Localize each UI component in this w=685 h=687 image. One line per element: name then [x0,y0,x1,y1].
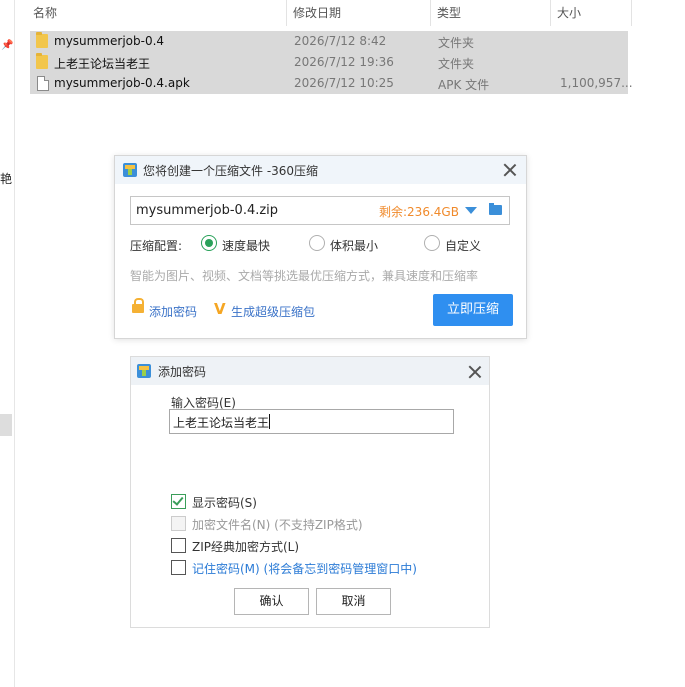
file-name: mysummerjob-0.4.apk [54,76,190,90]
zip-classic-encryption-checkbox[interactable] [171,538,186,553]
file-date: 2026/7/12 8:42 [294,34,387,48]
archive-app-icon [137,364,151,378]
radio-label-smallest-size[interactable]: 体积最小 [330,237,378,254]
file-list-header: ⌃ 名称 修改日期 类型 大小 [28,0,632,26]
radio-smallest-size[interactable] [309,235,325,251]
nav-truncated-label: 艳 [0,172,13,186]
password-input[interactable]: 上老王论坛当老王 [169,409,454,434]
column-divider[interactable] [631,0,632,26]
remember-password-checkbox[interactable] [171,560,186,575]
close-icon[interactable] [468,365,482,379]
compress-dialog-title: 您将创建一个压缩文件 -360压缩 [143,164,319,178]
text-caret [269,414,270,429]
cancel-button[interactable]: 取消 [316,588,391,615]
file-type: 文件夹 [438,36,475,50]
file-type: APK 文件 [438,78,490,92]
compress-hint-text: 智能为图片、视频、文档等挑选最优压缩方式，兼具速度和压缩率 [130,269,479,283]
file-icon [37,76,49,91]
archive-filename-input[interactable]: mysummerjob-0.4.zip 剩余:236.4GB [130,196,510,225]
radio-custom[interactable] [424,235,440,251]
file-row[interactable]: 上老王论坛当老王 2026/7/12 19:36 文件夹 [30,52,628,73]
folder-icon [36,32,48,48]
radio-label-speed-fastest[interactable]: 速度最快 [222,237,270,254]
archive-filename: mysummerjob-0.4.zip [136,203,279,218]
chevron-down-icon[interactable] [465,207,477,214]
folder-icon [36,53,48,69]
compress-config-label: 压缩配置: [130,239,183,253]
browse-folder-icon[interactable] [489,203,502,215]
encrypt-filenames-checkbox [171,516,186,531]
lock-icon [132,298,144,313]
close-icon[interactable] [503,163,517,177]
remember-password-label[interactable]: 记住密码(M) (将会备忘到密码管理窗口中) [192,560,417,577]
zip-classic-encryption-label[interactable]: ZIP经典加密方式(L) [192,538,299,555]
show-password-label[interactable]: 显示密码(S) [192,494,257,511]
file-name: 上老王论坛当老王 [54,57,151,71]
column-divider[interactable] [286,0,287,26]
password-dialog-titlebar[interactable]: 添加密码 [131,357,489,385]
file-name: mysummerjob-0.4 [54,34,165,48]
compress-dialog-titlebar[interactable]: 您将创建一个压缩文件 -360压缩 [115,156,526,184]
explorer-nav-strip: 📌 艳 [0,0,15,687]
ok-button[interactable]: 确认 [234,588,309,615]
radio-label-custom[interactable]: 自定义 [445,237,481,254]
file-row[interactable]: mysummerjob-0.4 2026/7/12 8:42 文件夹 [30,31,628,52]
column-header-name[interactable]: 名称 [33,4,57,21]
file-date: 2026/7/12 19:36 [294,55,394,69]
archive-app-icon [123,163,137,177]
nav-selection-indicator [0,414,12,436]
column-header-type[interactable]: 类型 [437,4,461,21]
free-space-label: 剩余:236.4GB [379,205,459,219]
password-value: 上老王论坛当老王 [173,416,270,430]
column-divider[interactable] [430,0,431,26]
radio-speed-fastest[interactable] [201,235,217,251]
column-divider[interactable] [550,0,551,26]
file-type: 文件夹 [438,57,475,71]
super-pack-link[interactable]: 生成超级压缩包 [231,303,315,320]
compress-now-button[interactable]: 立即压缩 [433,294,513,326]
pin-icon: 📌 [1,40,14,51]
add-password-dialog: 添加密码 输入密码(E) 上老王论坛当老王 显示密码(S) 加密文件名(N) (… [130,356,490,628]
encrypt-filenames-label: 加密文件名(N) (不支持ZIP格式) [192,518,363,532]
sort-chevron-icon: ⌃ [150,0,159,4]
file-row[interactable]: mysummerjob-0.4.apk 2026/7/12 10:25 APK … [30,73,633,94]
column-header-date[interactable]: 修改日期 [293,4,341,21]
super-pack-icon: V [214,300,226,318]
column-header-size[interactable]: 大小 [557,4,581,21]
add-password-link[interactable]: 添加密码 [149,303,197,320]
file-date: 2026/7/12 10:25 [294,76,394,90]
password-dialog-title: 添加密码 [158,365,207,379]
file-size: 1,100,957... [560,76,633,90]
compress-dialog: 您将创建一个压缩文件 -360压缩 mysummerjob-0.4.zip 剩余… [114,155,527,339]
show-password-checkbox[interactable] [171,494,186,509]
